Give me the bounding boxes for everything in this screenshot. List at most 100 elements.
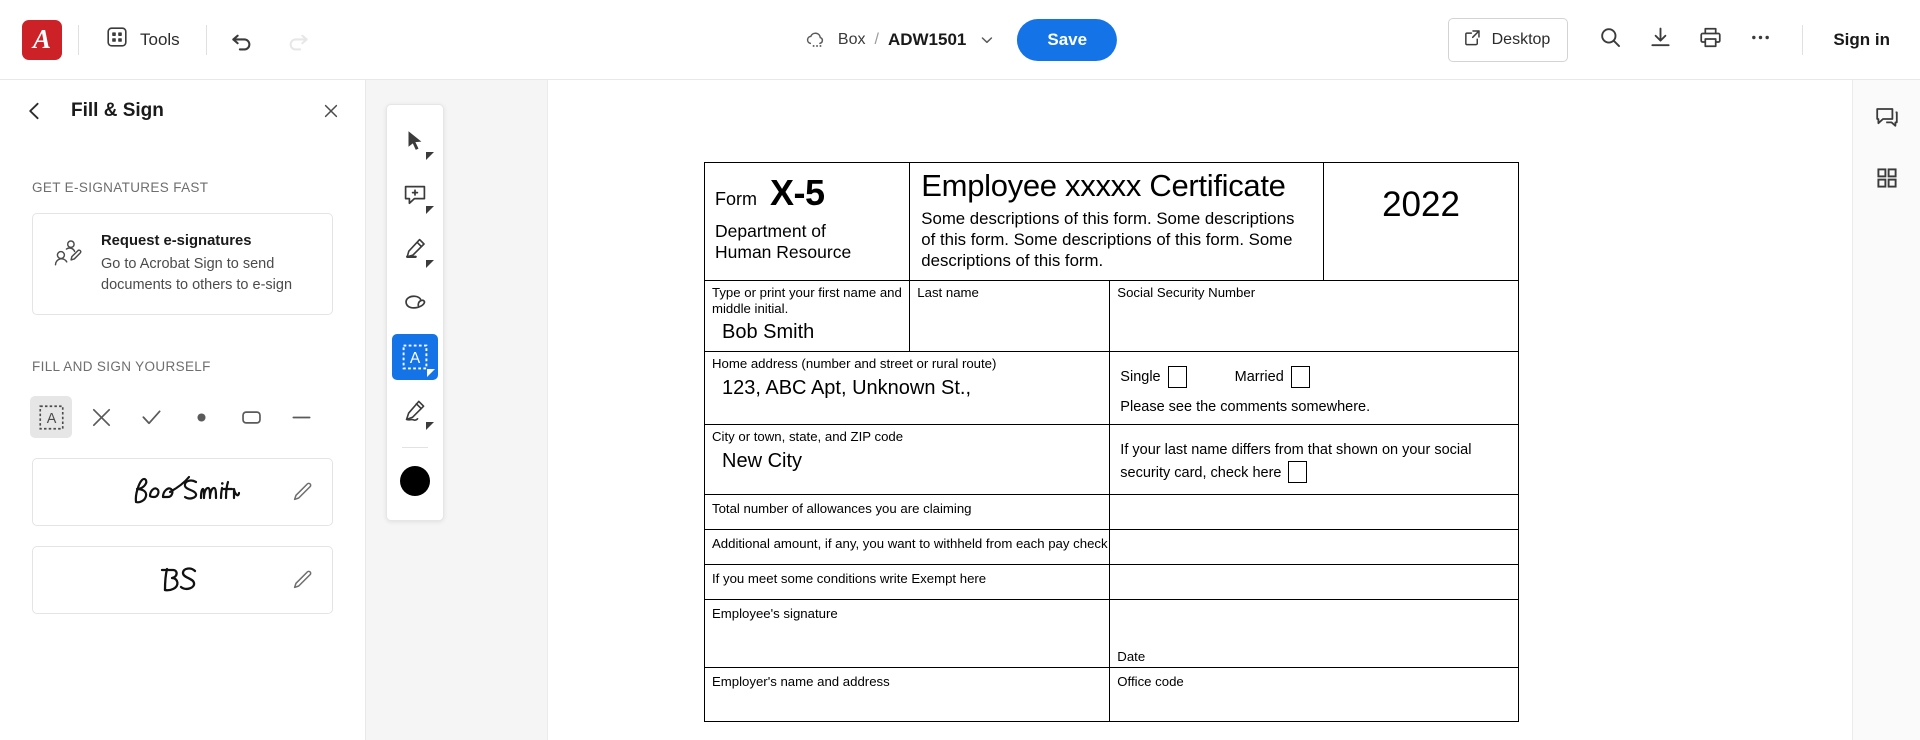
form-header-row: Form X-5 Department of Human Resource Em… [703,161,1519,282]
employee-signature-cell[interactable]: Employee's signature [703,599,1111,669]
form-title: Employee xxxxx Certificate [921,168,1286,203]
initials-bs-image [160,567,196,592]
toolbar-right-group: Desktop Sign in [1447,17,1900,62]
desktop-label: Desktop [1491,30,1551,48]
add-text-tool[interactable]: A [30,396,72,439]
print-button[interactable] [1688,18,1732,62]
check-mark-tool[interactable] [130,396,172,438]
comments-panel-icon[interactable] [1865,96,1909,140]
breadcrumb-filename[interactable]: ADW1501 [888,30,966,50]
breadcrumb-separator: / [874,30,879,48]
married-checkbox[interactable] [1290,366,1310,389]
section-label-fill-and-sign: FILL AND SIGN YOURSELF [32,359,211,375]
office-code-caption: Office code [1117,674,1184,690]
sign-tool[interactable] [392,388,438,434]
employee-signature-caption: Employee's signature [712,606,838,622]
first-name-value: Bob Smith [722,321,815,344]
additional-amount-caption-cell: Additional amount, if any, you want to w… [703,529,1111,566]
all-tools-panel-icon[interactable] [1865,156,1909,200]
tools-button[interactable]: Tools [95,18,190,61]
close-icon[interactable] [319,99,343,123]
request-esignatures-text: Request e-signatures Go to Acrobat Sign … [101,233,314,295]
date-cell[interactable]: Date [1109,599,1519,669]
form-year: 2022 [1382,185,1460,224]
request-signatures-icon [51,233,84,295]
exempt-caption: If you meet some conditions write Exempt… [712,571,987,587]
rounded-rect-tool[interactable] [230,396,272,438]
home-address-caption: Home address (number and street or rural… [712,356,997,372]
home-address-cell[interactable]: Home address (number and street or rural… [703,351,1111,426]
home-address-value: 123, ABC Apt, Unknown St., [722,376,972,399]
signature-bob-smith[interactable] [32,458,333,527]
last-name-caption: Last name [917,285,979,301]
request-esignatures-card[interactable]: Request e-signatures Go to Acrobat Sign … [32,213,333,316]
add-comment-tool[interactable] [392,172,438,218]
dot-tool[interactable] [180,396,222,438]
single-checkbox[interactable] [1167,366,1187,389]
right-sidebar [1852,80,1920,740]
print-icon [1698,25,1723,55]
marital-status-cell[interactable]: Single Married Please see the comments s… [1109,351,1519,426]
sign-in-button[interactable]: Sign in [1823,24,1900,56]
save-button[interactable]: Save [1017,18,1118,61]
last-name-cell[interactable]: Last name [909,280,1111,353]
document-viewer[interactable]: Form X-5 Department of Human Resource Em… [548,80,1852,740]
first-name-cell[interactable]: Type or print your first name and middle… [703,280,911,353]
add-text-tool[interactable]: A [392,334,438,380]
exempt-value [1110,565,1518,577]
chevron-down-icon[interactable] [979,32,995,48]
form-employer-row: Employer's name and address Office code [703,667,1519,723]
more-options-button[interactable] [1738,18,1782,62]
search-button[interactable] [1588,18,1632,62]
download-button[interactable] [1638,18,1682,62]
initials-bs[interactable] [32,546,333,615]
line-tool[interactable] [280,396,322,438]
edit-initials-icon[interactable] [292,569,314,591]
ssn-cell[interactable]: Social Security Number [1109,280,1519,353]
back-chevron-icon[interactable] [22,98,48,124]
undo-button[interactable] [223,21,261,59]
additional-amount-value-cell[interactable] [1109,529,1519,566]
form-description: Some descriptions of this form. Some des… [921,208,1295,270]
cloud-storage-icon [803,29,829,51]
form-table: Form X-5 Department of Human Resource Em… [703,161,1519,723]
svg-text:A: A [46,411,56,427]
toolbar-divider-2 [205,24,207,55]
ssn-caption: Social Security Number [1117,285,1256,301]
breadcrumb-storage[interactable]: Box [838,31,866,49]
form-signature-row: Employee's signature Date [703,599,1519,669]
section-label-esignatures: GET E-SIGNATURES FAST [32,180,209,195]
color-swatch-circle [400,466,430,496]
tool-caret-icon [426,422,434,430]
name-differs-cell[interactable]: If your last name differs from that show… [1109,424,1519,496]
highlight-tool[interactable] [392,226,438,272]
name-differs-checkbox[interactable] [1288,460,1308,483]
redo-button[interactable] [279,21,317,59]
color-swatch-black[interactable] [392,458,438,504]
fill-sign-tool-row: A [30,396,365,439]
city-cell[interactable]: City or town, state, and ZIP code New Ci… [703,424,1111,496]
office-code-cell[interactable]: Office code [1109,667,1519,723]
exempt-value-cell[interactable] [1109,564,1519,601]
form-title-cell: Employee xxxxx Certificate Some descript… [909,161,1324,282]
allowances-value-cell[interactable] [1109,494,1519,531]
form-allowances-row: Total number of allowances you are claim… [703,494,1519,531]
more-options-icon [1748,25,1773,55]
first-name-caption: Type or print your first name and middle… [712,285,902,316]
grid-apps-icon [105,25,129,54]
download-icon [1648,25,1673,55]
draw-loop-tool[interactable] [392,280,438,326]
quick-tools-toolbar: A [386,104,444,521]
adobe-acrobat-logo[interactable]: A [22,19,62,60]
open-in-desktop-button[interactable]: Desktop [1447,17,1569,62]
signature-bob-smith-image [134,476,240,504]
cross-mark-tool[interactable] [80,396,122,438]
select-tool[interactable] [392,118,438,164]
edit-signature-icon[interactable] [292,481,314,503]
allowances-value [1110,495,1518,507]
comment-note: Please see the comments somewhere. [1120,399,1371,416]
undo-redo-group [223,21,317,59]
tool-caret-icon [426,206,434,214]
request-esignatures-title: Request e-signatures [101,233,252,249]
employer-cell[interactable]: Employer's name and address [703,667,1111,723]
